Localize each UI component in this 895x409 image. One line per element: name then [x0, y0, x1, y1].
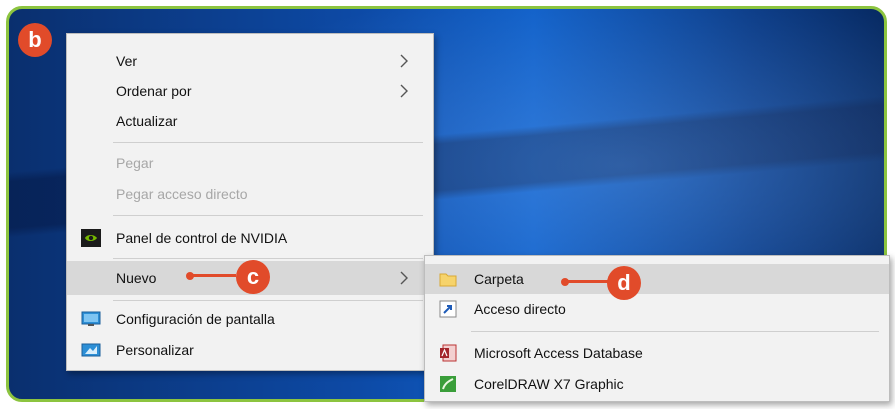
menu-item-pegar: Pegar: [67, 148, 433, 178]
menu-item-panel-nvidia[interactable]: Panel de control de NVIDIA: [67, 223, 433, 253]
menu-item-label: Ver: [116, 53, 138, 69]
personalize-icon: [81, 343, 101, 357]
coreldraw-icon: [440, 376, 456, 392]
menu-separator: [113, 215, 423, 216]
shortcut-icon: [439, 300, 457, 318]
menu-item-label: Actualizar: [116, 113, 178, 129]
menu-item-label: Panel de control de NVIDIA: [116, 230, 288, 246]
chevron-right-icon: [400, 84, 408, 98]
submenu-item-label: CorelDRAW X7 Graphic: [474, 376, 624, 392]
chevron-right-icon: [400, 54, 408, 68]
submenu-item-acceso-directo[interactable]: Acceso directo: [425, 294, 889, 324]
menu-item-label: Personalizar: [116, 342, 194, 358]
submenu-item-label: Microsoft Access Database: [474, 345, 643, 361]
menu-item-label: Nuevo: [116, 270, 157, 286]
pointer-line-d: [565, 280, 609, 283]
menu-item-ver[interactable]: Ver: [67, 46, 433, 76]
context-menu: Ver Ordenar por Actualizar Pegar Pegar a…: [66, 33, 434, 371]
chevron-right-icon: [400, 271, 408, 285]
menu-separator: [113, 142, 423, 143]
menu-item-ordenar-por[interactable]: Ordenar por: [67, 76, 433, 106]
submenu-item-access-database[interactable]: Microsoft Access Database: [425, 338, 889, 368]
nvidia-icon: [81, 229, 101, 247]
submenu-item-carpeta[interactable]: Carpeta: [425, 264, 889, 294]
menu-item-configuracion-pantalla[interactable]: Configuración de pantalla: [67, 304, 433, 334]
menu-item-label: Pegar: [116, 155, 154, 171]
badge-d: d: [607, 266, 641, 300]
menu-separator: [113, 258, 423, 259]
menu-item-label: Ordenar por: [116, 83, 192, 99]
pointer-line-c: [190, 274, 236, 277]
folder-icon: [439, 273, 457, 287]
menu-item-label: Pegar acceso directo: [116, 186, 248, 202]
submenu-nuevo: Carpeta Acceso directo Microsoft Access …: [424, 255, 890, 402]
menu-item-actualizar[interactable]: Actualizar: [67, 106, 433, 136]
submenu-item-label: Acceso directo: [474, 301, 566, 317]
menu-item-personalizar[interactable]: Personalizar: [67, 335, 433, 365]
menu-separator: [113, 300, 423, 301]
badge-b: b: [18, 23, 52, 57]
submenu-item-coreldraw[interactable]: CorelDRAW X7 Graphic: [425, 369, 889, 399]
menu-item-label: Configuración de pantalla: [116, 311, 275, 327]
badge-c: c: [236, 260, 270, 294]
access-icon: [440, 344, 457, 362]
submenu-item-label: Carpeta: [474, 271, 524, 287]
submenu-separator: [471, 331, 879, 332]
menu-item-pegar-acceso-directo: Pegar acceso directo: [67, 179, 433, 209]
display-settings-icon: [81, 311, 101, 326]
